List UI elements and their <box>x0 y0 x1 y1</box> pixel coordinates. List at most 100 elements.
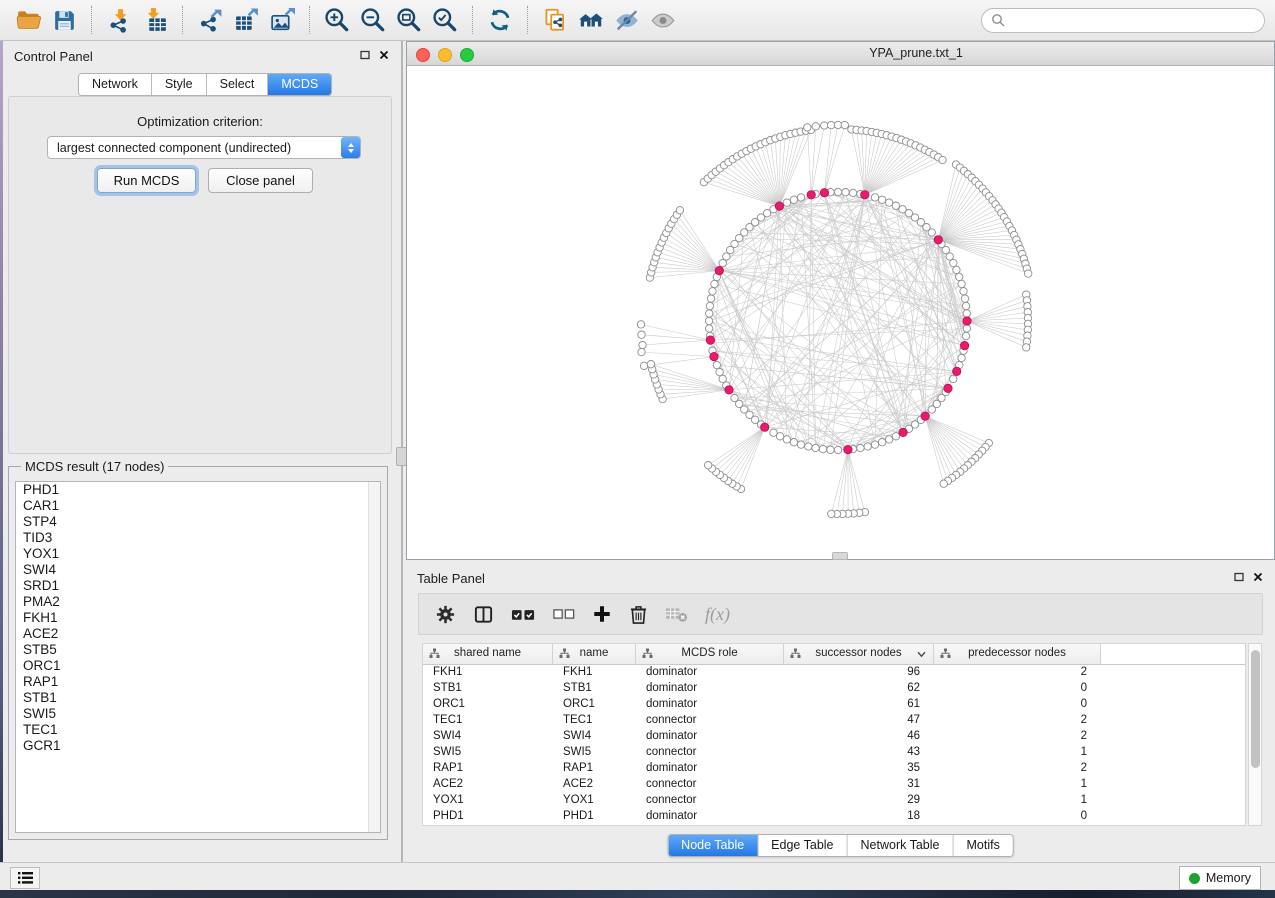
column-header-mcds-role[interactable]: MCDS role <box>636 644 784 664</box>
cell-predecessor-nodes: 1 <box>934 777 1101 793</box>
export-network-icon[interactable] <box>192 4 228 36</box>
table-row[interactable]: SWI4SWI4dominator462 <box>423 729 1245 745</box>
column-header-shared-name[interactable]: shared name <box>423 644 553 664</box>
clone-network-icon[interactable] <box>537 4 573 36</box>
table-row[interactable]: TEC1TEC1connector472 <box>423 713 1245 729</box>
float-panel-icon[interactable] <box>360 50 370 60</box>
add-column-icon[interactable] <box>592 604 612 624</box>
table-row[interactable]: PHD1PHD1dominator180 <box>423 809 1245 825</box>
cell-mcds-role: dominator <box>636 809 784 825</box>
delete-table-icon[interactable] <box>665 605 688 623</box>
table-row[interactable]: YOX1YOX1connector291 <box>423 793 1245 809</box>
export-image-icon[interactable] <box>264 4 300 36</box>
import-table-file-icon[interactable] <box>137 4 173 36</box>
result-node-item[interactable]: GCR1 <box>16 738 380 754</box>
zoom-out-icon[interactable] <box>355 4 391 36</box>
table-scrollbar[interactable] <box>1248 643 1262 826</box>
horizontal-splitter-grip[interactable] <box>832 552 848 560</box>
tab-network[interactable]: Network <box>79 74 152 95</box>
toolbar-separator <box>527 6 528 34</box>
table-body: FKH1FKH1dominator962STB1STB1dominator620… <box>423 665 1245 825</box>
close-panel-icon[interactable] <box>379 50 389 60</box>
criterion-dropdown[interactable]: largest connected component (undirected) <box>47 136 361 159</box>
float-panel-icon[interactable] <box>1234 572 1244 582</box>
maximize-window-icon[interactable] <box>460 48 474 62</box>
save-session-icon[interactable] <box>46 4 82 36</box>
result-node-item[interactable]: ACE2 <box>16 626 380 642</box>
zoom-fit-icon[interactable] <box>391 4 427 36</box>
run-mcds-button[interactable]: Run MCDS <box>97 168 196 193</box>
column-header-name[interactable]: name <box>553 644 636 664</box>
tab-network-table[interactable]: Network Table <box>848 835 954 856</box>
main-toolbar <box>0 0 1275 41</box>
tab-motifs[interactable]: Motifs <box>953 835 1012 856</box>
close-panel-button[interactable]: Close panel <box>208 168 313 193</box>
cell-mcds-role: connector <box>636 777 784 793</box>
table-row[interactable]: FKH1FKH1dominator962 <box>423 665 1245 681</box>
node-table[interactable]: shared namenameMCDS rolesuccessor nodesp… <box>422 643 1246 826</box>
result-node-item[interactable]: SWI5 <box>16 706 380 722</box>
result-node-item[interactable]: RAP1 <box>16 674 380 690</box>
result-node-item[interactable]: CAR1 <box>16 498 380 514</box>
cell-successor-nodes: 35 <box>784 761 934 777</box>
result-node-item[interactable]: TID3 <box>16 530 380 546</box>
result-node-item[interactable]: STP4 <box>16 514 380 530</box>
table-row[interactable]: ORC1ORC1dominator610 <box>423 697 1245 713</box>
result-scrollbar[interactable] <box>368 482 380 832</box>
function-builder-icon[interactable]: f(x) <box>705 604 730 625</box>
table-row[interactable]: SWI5SWI5connector431 <box>423 745 1245 761</box>
result-node-item[interactable]: PMA2 <box>16 594 380 610</box>
result-node-item[interactable]: SWI4 <box>16 562 380 578</box>
result-node-item[interactable]: STB1 <box>16 690 380 706</box>
network-window-titlebar[interactable]: YPA_prune.txt_1 <box>407 42 1274 66</box>
search-input[interactable] <box>1011 12 1255 28</box>
tab-select[interactable]: Select <box>207 74 269 95</box>
deselect-all-rows-icon[interactable] <box>553 606 575 622</box>
table-scrollbar-thumb[interactable] <box>1251 650 1260 768</box>
result-node-item[interactable]: SRD1 <box>16 578 380 594</box>
zoom-selected-icon[interactable] <box>427 4 463 36</box>
table-row[interactable]: ACE2ACE2connector311 <box>423 777 1245 793</box>
cell-mcds-role: dominator <box>636 697 784 713</box>
export-table-icon[interactable] <box>228 4 264 36</box>
refresh-view-icon[interactable] <box>482 4 518 36</box>
criterion-value: largest connected component (undirected) <box>48 141 341 155</box>
tab-node-table[interactable]: Node Table <box>668 835 758 856</box>
toggle-column-view-icon[interactable] <box>473 604 494 625</box>
toolbar-separator <box>91 6 92 34</box>
network-canvas[interactable] <box>407 66 1274 559</box>
result-node-item[interactable]: STB5 <box>16 642 380 658</box>
first-neighbors-icon[interactable] <box>573 4 609 36</box>
table-row[interactable]: STB1STB1dominator620 <box>423 681 1245 697</box>
import-network-file-icon[interactable] <box>101 4 137 36</box>
result-node-item[interactable]: ORC1 <box>16 658 380 674</box>
zoom-in-icon[interactable] <box>319 4 355 36</box>
column-header-predecessor-nodes[interactable]: predecessor nodes <box>934 644 1101 664</box>
cell-name: FKH1 <box>553 665 636 681</box>
cell-mcds-role: dominator <box>636 761 784 777</box>
mcds-result-list[interactable]: PHD1CAR1STP4TID3YOX1SWI4SRD1PMA2FKH1ACE2… <box>15 481 381 833</box>
result-node-item[interactable]: YOX1 <box>16 546 380 562</box>
memory-button[interactable]: Memory <box>1179 866 1261 890</box>
network-window-title: YPA_prune.txt_1 <box>869 46 963 60</box>
minimize-window-icon[interactable] <box>438 48 452 62</box>
column-header-successor-nodes[interactable]: successor nodes <box>784 644 934 664</box>
close-panel-icon[interactable] <box>1253 572 1263 582</box>
delete-column-icon[interactable] <box>629 604 648 625</box>
close-window-icon[interactable] <box>416 48 430 62</box>
open-session-icon[interactable] <box>10 4 46 36</box>
table-toolbar: f(x) <box>418 593 1263 635</box>
result-node-item[interactable]: FKH1 <box>16 610 380 626</box>
panel-menu-button[interactable] <box>10 867 40 889</box>
show-all-icon[interactable] <box>645 4 681 36</box>
search-field[interactable] <box>981 8 1265 33</box>
hide-selected-icon[interactable] <box>609 4 645 36</box>
tab-style[interactable]: Style <box>152 74 207 95</box>
settings-gear-icon[interactable] <box>435 604 456 625</box>
result-node-item[interactable]: PHD1 <box>16 482 380 498</box>
tab-mcds[interactable]: MCDS <box>268 74 331 95</box>
select-all-rows-icon[interactable] <box>511 605 536 623</box>
table-row[interactable]: RAP1RAP1dominator352 <box>423 761 1245 777</box>
result-node-item[interactable]: TEC1 <box>16 722 380 738</box>
tab-edge-table[interactable]: Edge Table <box>758 835 847 856</box>
